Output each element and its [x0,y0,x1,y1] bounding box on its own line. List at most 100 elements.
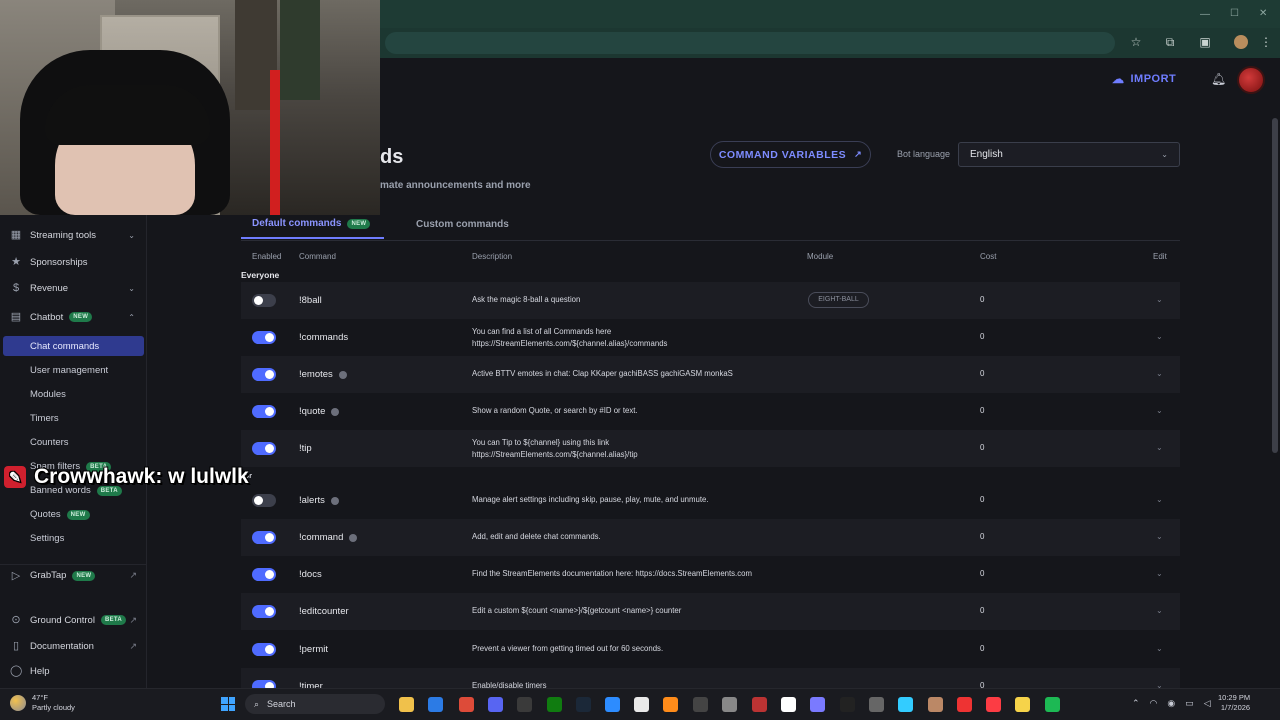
taskbar-app-icon[interactable] [752,697,767,712]
info-icon[interactable] [331,407,340,416]
sidebar-subitem-quotes[interactable]: Quotes NEW [30,509,90,520]
enabled-toggle[interactable] [252,494,276,507]
enabled-toggle[interactable] [252,643,276,656]
taskbar-search[interactable]: ⌕ Search [245,694,385,714]
edit-chevron-icon[interactable]: ⌄ [1156,406,1163,415]
enabled-toggle[interactable] [252,568,276,581]
taskbar-app-icon[interactable] [781,697,796,712]
address-field[interactable] [385,32,1115,54]
taskbar-app-icon[interactable] [488,697,503,712]
taskbar-app-icon[interactable] [986,697,1001,712]
sidebar-subitem-chat-commands[interactable]: Chat commands [30,341,99,352]
tab-custom-commands[interactable]: Custom commands [416,219,509,230]
sidepanel-icon[interactable]: ▣ [1197,34,1213,50]
sidebar-subitem-counters[interactable]: Counters [30,437,69,448]
edit-chevron-icon[interactable]: ⌄ [1156,495,1163,504]
weather-widget[interactable]: 47°F Partly cloudy [10,693,75,713]
edit-chevron-icon[interactable]: ⌄ [1156,569,1163,578]
sidebar-item-sponsorships[interactable]: ★ Sponsorships [0,251,147,273]
enabled-toggle[interactable] [252,405,276,418]
system-tray[interactable]: ⌃ ◠ ◉ ▭ ◁ [1132,698,1211,709]
start-button[interactable] [221,697,235,711]
taskbar-app-icon[interactable] [399,697,414,712]
table-row[interactable]: !docs Find the StreamElements documentati… [241,556,1180,593]
taskbar-app-icon[interactable] [1045,697,1060,712]
info-icon[interactable] [330,496,339,505]
command-description: Manage alert settings including skip, pa… [472,494,709,506]
table-row[interactable]: !commands You can find a list of all Comm… [241,319,1180,356]
new-badge: NEW [66,509,90,520]
table-row[interactable]: !alerts Manage alert settings including s… [241,482,1180,519]
sidebar-item-ground-control[interactable]: ⊙ Ground Control BETA ↗ [0,609,147,631]
taskbar-app-icon[interactable] [810,697,825,712]
sidebar-item-graptap[interactable]: ▷ GrabTap NEW ↗ [0,564,147,586]
taskbar-app-icon[interactable] [693,697,708,712]
bookmark-star-icon[interactable]: ☆ [1128,34,1144,50]
taskbar-app-icon[interactable] [928,697,943,712]
info-icon[interactable] [338,370,347,379]
sidebar-item-help[interactable]: ◯ Help [0,660,147,682]
edit-chevron-icon[interactable]: ⌄ [1156,332,1163,341]
edit-chevron-icon[interactable]: ⌄ [1156,295,1163,304]
taskbar-app-icon[interactable] [957,697,972,712]
user-avatar[interactable] [1237,66,1265,94]
tab-default-commands[interactable]: Default commands NEW [252,218,371,229]
sidebar-item-streaming-tools[interactable]: ▦ Streaming tools ⌄ [0,224,147,246]
table-row[interactable]: !tip You can Tip to ${channel} using this… [241,430,1180,467]
sidebar-subitem-modules[interactable]: Modules [30,389,66,400]
minimize-icon[interactable]: — [1200,9,1210,20]
command-name-text: !8ball [299,295,322,306]
enabled-toggle[interactable] [252,442,276,455]
taskbar-app-icon[interactable] [1015,697,1030,712]
taskbar-app-icon[interactable] [428,697,443,712]
sidebar-subitem-user-management[interactable]: User management [30,365,108,376]
taskbar-app-icon[interactable] [547,697,562,712]
table-row[interactable]: !command Add, edit and delete chat comman… [241,519,1180,556]
bot-language-select[interactable]: English ⌄ [958,142,1180,167]
enabled-toggle[interactable] [252,531,276,544]
taskbar-app-icon[interactable] [722,697,737,712]
import-button[interactable]: ☁ IMPORT [1112,70,1176,88]
bell-icon[interactable]: 🔔︎ [1211,72,1226,86]
taskbar-app-icon[interactable] [634,697,649,712]
close-icon[interactable]: ✕ [1259,8,1267,19]
enabled-toggle[interactable] [252,331,276,344]
table-row[interactable]: !permit Prevent a viewer from getting tim… [241,631,1180,668]
command-variables-button[interactable]: COMMAND VARIABLES ↗ [710,141,871,168]
edit-chevron-icon[interactable]: ⌄ [1156,606,1163,615]
taskbar-app-icon[interactable] [517,697,532,712]
edit-chevron-icon[interactable]: ⌄ [1156,532,1163,541]
sidebar-subitem-settings[interactable]: Settings [30,533,64,544]
enabled-toggle[interactable] [252,294,276,307]
command-description: Prevent a viewer from getting timed out … [472,643,663,655]
taskbar-app-icon[interactable] [898,697,913,712]
taskbar-clock[interactable]: 10:29 PM 1/7/2026 [1218,693,1250,713]
edit-chevron-icon[interactable]: ⌄ [1156,369,1163,378]
tabs-divider [241,240,1180,241]
taskbar-app-icon[interactable] [869,697,884,712]
taskbar-app-icon[interactable] [840,697,855,712]
enabled-toggle[interactable] [252,605,276,618]
sidebar-item-chatbot[interactable]: ▤ Chatbot NEW ⌃ [0,306,147,328]
sidebar-item-documentation[interactable]: ▯ Documentation ↗ [0,635,147,657]
taskbar-app-icon[interactable] [605,697,620,712]
taskbar-app-icon[interactable] [663,697,678,712]
table-row[interactable]: !quote Show a random Quote, or search by … [241,393,1180,430]
table-row[interactable]: !editcounter Edit a custom ${count <name>… [241,593,1180,630]
edit-chevron-icon[interactable]: ⌄ [1156,644,1163,653]
edit-chevron-icon[interactable]: ⌄ [1156,443,1163,452]
page-scrollbar[interactable] [1272,118,1278,453]
info-icon[interactable] [349,533,358,542]
taskbar-app-icon[interactable] [459,697,474,712]
command-name: !editcounter [299,606,349,617]
table-row[interactable]: !8ball Ask the magic 8-ball a question EIG… [241,282,1180,319]
table-row[interactable]: !emotes Active BTTV emotes in chat: Clap … [241,356,1180,393]
profile-avatar[interactable] [1234,35,1248,49]
menu-kebab-icon[interactable]: ⋮ [1258,34,1274,50]
extensions-icon[interactable]: ⧉ [1162,34,1178,50]
sidebar-subitem-timers[interactable]: Timers [30,413,59,424]
enabled-toggle[interactable] [252,368,276,381]
taskbar-app-icon[interactable] [576,697,591,712]
maximize-icon[interactable]: ☐ [1230,8,1239,19]
sidebar-item-revenue[interactable]: $ Revenue ⌄ [0,277,147,299]
